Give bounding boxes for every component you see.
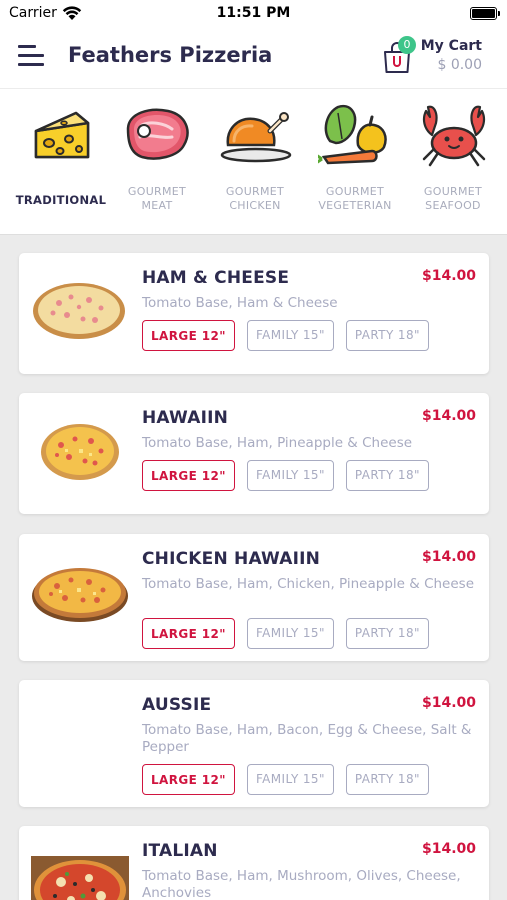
italian-pizza-image: [31, 856, 129, 900]
size-family-button[interactable]: FAMILY 15": [246, 460, 334, 491]
product-name: HAWAIIN: [142, 408, 229, 428]
size-options: LARGE 12" FAMILY 15" PARTY 18": [142, 764, 441, 795]
ham-cheese-pizza-image: [33, 283, 125, 339]
size-party-button[interactable]: PARTY 18": [345, 618, 429, 649]
product-description: Tomato Base, Ham, Mushroom, Olives, Chee…: [142, 868, 461, 900]
size-party-button[interactable]: PARTY 18": [345, 460, 429, 491]
cart-label[interactable]: My Cart: [421, 38, 482, 54]
category-label: GOURMET CHICKEN: [225, 185, 285, 212]
menu-icon[interactable]: [18, 42, 44, 70]
category-label: GOURMET SEAFOOD: [423, 185, 483, 212]
size-family-button[interactable]: FAMILY 15": [246, 320, 334, 351]
product-price: $14.00: [421, 408, 476, 424]
product-card[interactable]: HAWAIIN $14.00 Tomato Base, Ham, Pineapp…: [19, 393, 489, 514]
product-name: AUSSIE: [142, 695, 212, 715]
clock: 11:51 PM: [216, 5, 291, 21]
product-card[interactable]: HAM & CHEESE $14.00 Tomato Base, Ham & C…: [19, 253, 489, 374]
size-party-button[interactable]: PARTY 18": [345, 320, 429, 351]
product-price: $14.00: [421, 268, 476, 284]
app-title: Feathers Pizzeria: [68, 43, 273, 67]
category-gourmet-vegeterian[interactable]: GOURMET VEGETERIAN: [306, 89, 404, 236]
size-family-button[interactable]: FAMILY 15": [246, 618, 334, 649]
size-party-button[interactable]: PARTY 18": [345, 764, 429, 795]
size-large-button[interactable]: LARGE 12": [142, 618, 235, 649]
category-gourmet-meat[interactable]: GOURMET MEAT: [108, 89, 206, 236]
vegetables-icon: [318, 104, 387, 165]
product-description: Tomato Base, Ham, Pineapple & Cheese: [142, 435, 413, 451]
cart-total: $ 0.00: [437, 57, 482, 73]
steak-icon: [126, 108, 189, 160]
product-price: $14.00: [421, 695, 476, 711]
size-options: LARGE 12" FAMILY 15" PARTY 18": [142, 618, 441, 649]
size-large-button[interactable]: LARGE 12": [142, 460, 235, 491]
app-header: Feathers Pizzeria 0 My Cart $ 0.00: [0, 28, 507, 88]
category-traditional[interactable]: TRADITIONAL: [12, 89, 110, 236]
size-large-button[interactable]: LARGE 12": [142, 764, 235, 795]
product-description: Tomato Base, Ham, Chicken, Pineapple & C…: [142, 576, 474, 592]
product-name: ITALIAN: [142, 841, 218, 861]
product-name: HAM & CHEESE: [142, 268, 290, 288]
cart-count-badge: 0: [398, 36, 416, 54]
product-name: CHICKEN HAWAIIN: [142, 549, 321, 569]
product-card[interactable]: AUSSIE $14.00 Tomato Base, Ham, Bacon, E…: [19, 680, 489, 807]
product-price: $14.00: [421, 841, 476, 857]
category-label: TRADITIONAL: [15, 193, 107, 207]
product-description: Tomato Base, Ham & Cheese: [142, 295, 338, 311]
product-card[interactable]: ITALIAN $14.00 Tomato Base, Ham, Mushroo…: [19, 826, 489, 900]
size-options: LARGE 12" FAMILY 15" PARTY 18": [142, 320, 441, 351]
product-price: $14.00: [421, 549, 476, 565]
product-description: Tomato Base, Ham, Bacon, Egg & Cheese, S…: [142, 722, 472, 755]
product-card[interactable]: CHICKEN HAWAIIN $14.00 Tomato Base, Ham,…: [19, 534, 489, 661]
category-label: GOURMET VEGETERIAN: [318, 185, 392, 212]
size-options: LARGE 12" FAMILY 15" PARTY 18": [142, 460, 441, 491]
battery-icon: [470, 7, 500, 20]
size-large-button[interactable]: LARGE 12": [142, 320, 235, 351]
hawaiin-pizza-image: [41, 424, 119, 480]
cheese-icon: [34, 111, 90, 159]
status-bar: Carrier 11:51 PM: [0, 0, 507, 28]
category-label: GOURMET MEAT: [127, 185, 187, 212]
size-family-button[interactable]: FAMILY 15": [246, 764, 334, 795]
chicken-hawaiin-pizza-image: [32, 568, 128, 622]
category-bar: TRADITIONAL GOURMETMEAT GOURMETCHICKEN: [0, 88, 507, 235]
crab-icon: [422, 105, 486, 167]
roast-chicken-icon: [220, 112, 292, 163]
category-gourmet-chicken[interactable]: GOURMET CHICKEN: [206, 89, 304, 236]
category-gourmet-seafood[interactable]: GOURMET SEAFOOD: [404, 89, 502, 236]
